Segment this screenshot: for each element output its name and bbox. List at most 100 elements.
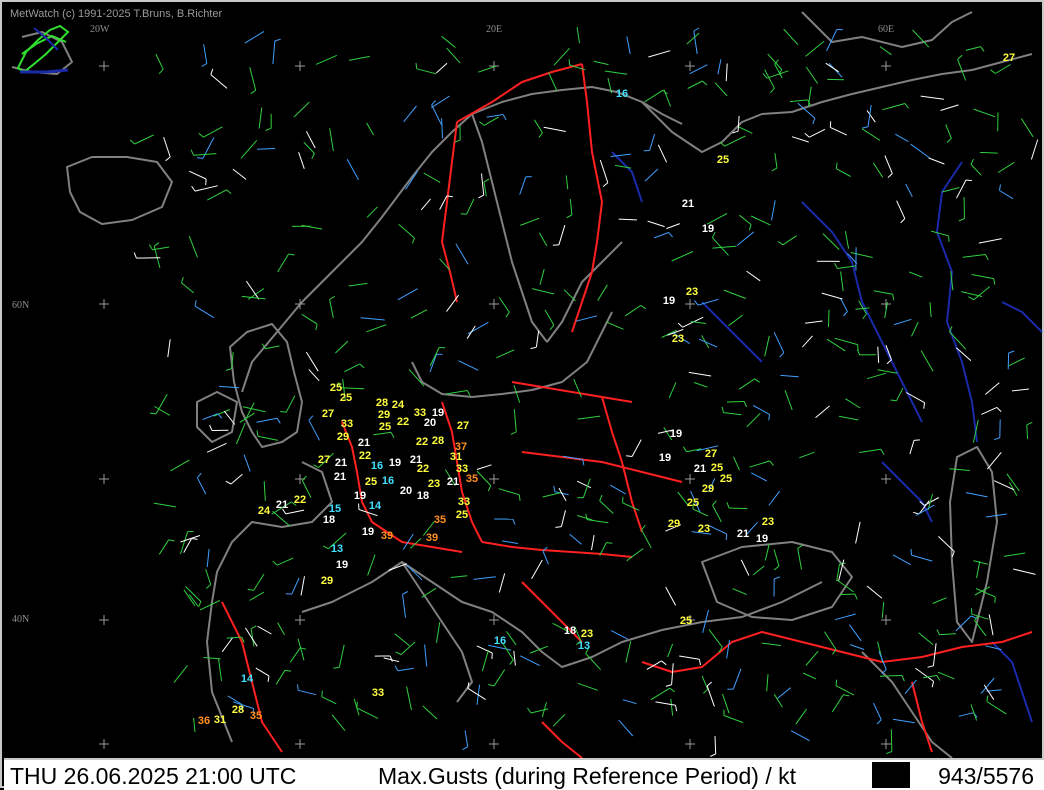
wind-barb bbox=[897, 201, 905, 219]
gust-values: 2716252119192323252528242733293319252220… bbox=[198, 52, 1015, 727]
wind-barb bbox=[885, 156, 892, 174]
wind-barb bbox=[998, 162, 1014, 172]
wind-barb bbox=[715, 736, 716, 754]
wind-barb bbox=[258, 626, 272, 634]
wind-barb bbox=[577, 516, 592, 520]
wind-barb bbox=[906, 184, 913, 197]
graticule-cross bbox=[99, 299, 109, 309]
wind-barb bbox=[206, 569, 211, 585]
wind-barb bbox=[451, 576, 468, 578]
gust-value-label: 28 bbox=[232, 704, 244, 716]
wind-barb-feather bbox=[273, 561, 277, 565]
wind-barb bbox=[446, 391, 467, 395]
wind-barb bbox=[154, 503, 176, 507]
wind-barb bbox=[339, 645, 344, 668]
gust-value-label: 36 bbox=[198, 715, 210, 727]
wind-barb-feather bbox=[199, 602, 201, 608]
wind-barb bbox=[672, 663, 674, 684]
wind-barb bbox=[940, 634, 956, 635]
wind-barb bbox=[468, 688, 486, 699]
wind-barb-feather bbox=[902, 676, 904, 682]
wind-barb bbox=[775, 153, 777, 168]
wind-barb-feather bbox=[744, 402, 746, 408]
wind-barb bbox=[867, 586, 882, 598]
wind-barb bbox=[615, 165, 631, 168]
wind-barb-feather bbox=[699, 659, 700, 665]
wind-barb-feather bbox=[642, 525, 646, 530]
wind-barb-feather bbox=[991, 70, 996, 74]
wind-barb bbox=[835, 614, 856, 620]
wind-barb bbox=[806, 41, 825, 56]
wind-barb bbox=[309, 420, 320, 440]
gust-value-label: 31 bbox=[214, 714, 226, 726]
wind-barb bbox=[465, 730, 468, 746]
wind-barb-feather bbox=[886, 751, 892, 753]
wind-barb bbox=[265, 346, 279, 349]
wind-barb bbox=[893, 719, 915, 722]
wind-barb bbox=[1021, 118, 1033, 136]
gust-value-label: 14 bbox=[241, 673, 254, 685]
wind-barb bbox=[910, 440, 914, 454]
wind-barb bbox=[273, 41, 275, 64]
wind-barb bbox=[694, 383, 707, 388]
wind-barb bbox=[294, 102, 309, 117]
wind-barb bbox=[882, 104, 905, 110]
gust-value-label: 18 bbox=[323, 514, 335, 526]
wind-barb-feather bbox=[914, 440, 920, 441]
gust-value-label: 19 bbox=[354, 490, 366, 502]
wind-barb-feather bbox=[150, 413, 156, 414]
wind-barb bbox=[921, 351, 933, 372]
wind-barb-feather bbox=[479, 122, 484, 126]
wind-barb bbox=[790, 100, 808, 102]
wind-barb-feather bbox=[713, 501, 717, 506]
graticule-cross bbox=[685, 739, 695, 749]
wind-barb-feather bbox=[395, 666, 398, 671]
gust-value-label: 25 bbox=[680, 615, 692, 627]
wind-barb bbox=[836, 686, 854, 695]
wind-barb bbox=[539, 233, 546, 246]
gust-value-label: 27 bbox=[322, 408, 334, 420]
wind-barb bbox=[1012, 389, 1029, 391]
wind-barb bbox=[727, 640, 730, 659]
wind-barb-feather bbox=[199, 133, 204, 137]
wind-barb-feather bbox=[971, 159, 974, 164]
wind-barb bbox=[713, 246, 737, 248]
wind-barb bbox=[578, 416, 601, 419]
wind-barb bbox=[484, 182, 486, 196]
wind-barb bbox=[577, 27, 579, 43]
wind-barb bbox=[708, 525, 727, 534]
wind-barb-feather bbox=[316, 324, 317, 330]
wind-barb-feather bbox=[798, 545, 803, 548]
wind-barb bbox=[825, 632, 837, 650]
gust-value-label: 39 bbox=[426, 532, 438, 544]
wind-barb bbox=[1000, 191, 1013, 199]
gust-value-label: 27 bbox=[457, 420, 469, 432]
weather-map[interactable]: 2716252119192323252528242733293319252220… bbox=[2, 2, 1044, 758]
wind-barb-feather bbox=[519, 495, 520, 501]
wind-barb bbox=[623, 700, 637, 704]
graticule-cross bbox=[881, 739, 891, 749]
wind-barb bbox=[619, 219, 637, 220]
graticule-cross bbox=[489, 739, 499, 749]
wind-barb bbox=[619, 720, 633, 736]
wind-barb bbox=[972, 614, 989, 619]
wind-barb-feather bbox=[461, 214, 467, 215]
wind-barb bbox=[164, 137, 171, 157]
wind-barb bbox=[499, 489, 520, 495]
wind-barb bbox=[1027, 425, 1028, 439]
graticule-cross bbox=[295, 615, 305, 625]
wind-barb bbox=[189, 236, 197, 257]
gust-value-label: 16 bbox=[494, 635, 506, 647]
wind-barb bbox=[442, 36, 456, 47]
wind-barb-feather bbox=[478, 195, 483, 198]
wind-barb-feather bbox=[488, 486, 491, 491]
wind-barb bbox=[709, 629, 722, 647]
wind-barb bbox=[950, 469, 970, 471]
gust-value-label: 22 bbox=[416, 436, 428, 448]
wind-barb bbox=[1031, 140, 1037, 160]
parameter-name[interactable]: Max.Gusts (during Reference Period) / kt bbox=[378, 763, 796, 790]
wind-barb bbox=[330, 300, 334, 318]
wind-barb-feather bbox=[197, 158, 203, 159]
wind-barb-feather bbox=[528, 708, 531, 713]
wind-barb-feather bbox=[836, 680, 837, 686]
